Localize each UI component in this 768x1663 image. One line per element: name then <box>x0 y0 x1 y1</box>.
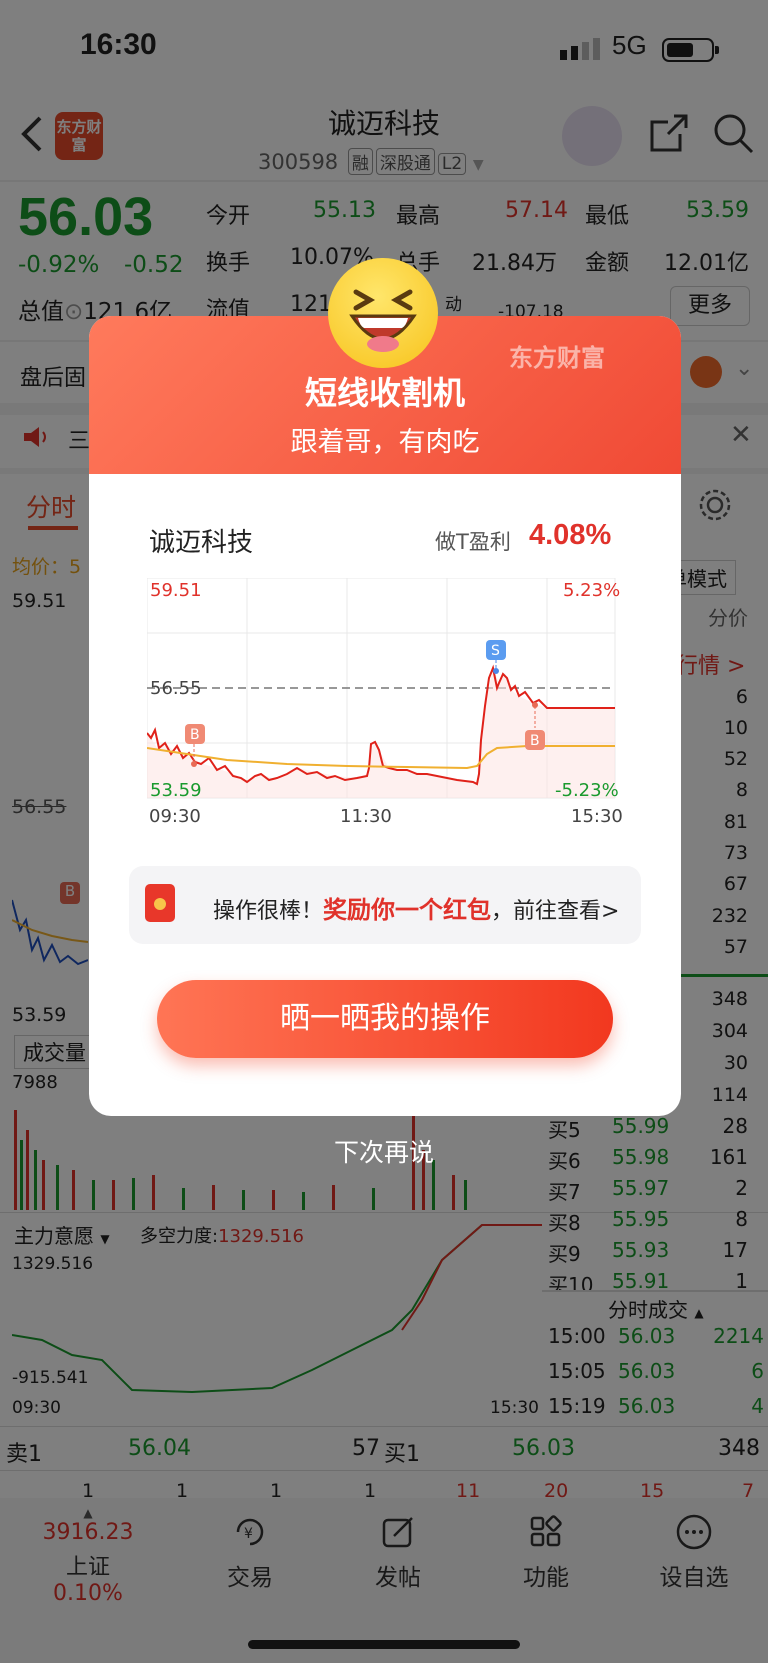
red-envelope-icon <box>145 884 175 922</box>
marker-b2-label: B <box>530 733 540 749</box>
pct-bottom-label: -5.23% <box>555 780 619 801</box>
popup-title: 短线收割机 <box>304 374 465 412</box>
share-operation-button[interactable]: 晒一晒我的操作 <box>157 980 613 1058</box>
laughing-emoji-icon <box>328 258 438 368</box>
pct-top-label: 5.23% <box>563 580 621 601</box>
x-label-start: 09:30 <box>149 806 201 827</box>
y-mid-label: 56.55 <box>150 678 202 699</box>
dismiss-link[interactable]: 下次再说 <box>0 1133 768 1169</box>
profit-label: 做T盈利 <box>435 530 511 554</box>
marker-s-dot <box>493 668 499 674</box>
marker-s-label: S <box>491 643 500 659</box>
profit-popup: 东方财富 短线收割机 跟着哥，有肉吃 诚迈科技 做T盈利 4.08% B S B… <box>89 316 681 1116</box>
reward-text: 操作很棒！奖励你一个红包，前往查看> <box>213 890 619 925</box>
marker-b1-label: B <box>190 727 200 743</box>
reward-highlight: 奖励你一个红包 <box>323 896 492 924</box>
marker-b2-dot <box>532 702 538 708</box>
popup-subtitle: 跟着哥，有肉吃 <box>290 427 480 458</box>
x-label-mid: 11:30 <box>340 806 392 827</box>
home-indicator <box>248 1640 520 1649</box>
reward-suffix: ，前往查看> <box>491 899 620 924</box>
y-top-label: 59.51 <box>150 580 202 601</box>
profit-value: 4.08% <box>529 519 612 551</box>
marker-b1-dot <box>191 761 197 767</box>
popup-stock-name: 诚迈科技 <box>149 528 254 558</box>
x-label-end: 15:30 <box>571 806 623 827</box>
y-bottom-label: 53.59 <box>150 780 202 801</box>
popup-chart: B S B <box>146 577 623 842</box>
reward-banner[interactable]: 操作很棒！奖励你一个红包，前往查看> <box>129 866 641 944</box>
reward-prefix: 操作很棒！ <box>213 899 324 924</box>
